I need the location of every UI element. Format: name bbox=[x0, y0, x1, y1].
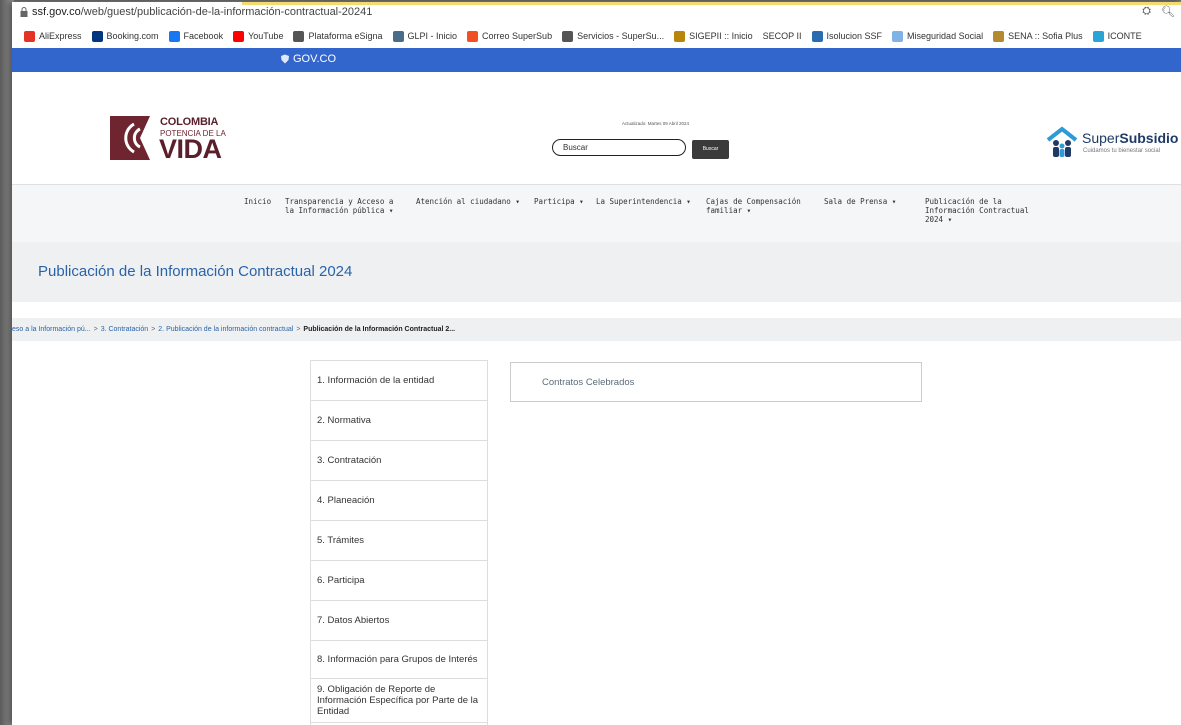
bookmark-label: AliExpress bbox=[39, 31, 82, 41]
bookmark-label: Correo SuperSub bbox=[482, 31, 553, 41]
bookmark-label: Plataforma eSigna bbox=[308, 31, 383, 41]
bookmark-item[interactable]: Correo SuperSub bbox=[467, 30, 553, 42]
bookmark-item[interactable]: GLPI - Inicio bbox=[392, 30, 458, 42]
nav-cajas[interactable]: Cajas de Compensación familiar ▾ bbox=[706, 197, 816, 215]
search-button[interactable]: Buscar bbox=[692, 140, 729, 159]
browser-window: ssf.gov.co/web/guest/publicación-de-la-i… bbox=[12, 2, 1181, 725]
contratos-celebrados-card[interactable]: Contratos Celebrados bbox=[510, 362, 922, 402]
address-bar[interactable]: ssf.gov.co/web/guest/publicación-de-la-i… bbox=[12, 2, 1181, 25]
bookmark-item[interactable]: Booking.com bbox=[91, 30, 159, 42]
nav-inicio[interactable]: Inicio bbox=[244, 197, 274, 206]
bookmark-item[interactable]: AliExpress bbox=[24, 30, 82, 42]
isolucion-icon bbox=[811, 30, 823, 42]
bookmarks-bar: AliExpress Booking.com Facebook YouTube Plat… bbox=[12, 24, 1181, 49]
aliexpress-icon bbox=[24, 30, 35, 42]
bookmark-label: YouTube bbox=[248, 31, 284, 41]
gov-bar: GOV.CO bbox=[12, 48, 1181, 72]
side-menu-item[interactable]: 3. Contratación bbox=[310, 440, 488, 480]
search-input[interactable]: Buscar bbox=[552, 139, 686, 156]
side-menu-item[interactable]: 5. Trámites bbox=[310, 520, 488, 560]
glpi-icon bbox=[392, 30, 404, 42]
nav-publicacion[interactable]: Publicación de la Información Contractua… bbox=[925, 197, 1043, 224]
main-nav: Inicio Transparencia y Acceso a la Infor… bbox=[12, 184, 1181, 243]
globe-icon bbox=[562, 30, 574, 42]
gov-shield-icon bbox=[281, 54, 289, 64]
nav-transparencia[interactable]: Transparencia y Acceso a la Información … bbox=[285, 197, 401, 215]
supersubsidio-icon bbox=[1046, 126, 1078, 157]
bookmark-label: ICONTE bbox=[1107, 31, 1142, 41]
bookmark-item[interactable]: YouTube bbox=[233, 30, 284, 42]
bookmark-label: Servicios - SuperSu... bbox=[577, 31, 665, 41]
side-menu: 1. Información de la entidad 2. Normativ… bbox=[310, 360, 488, 725]
globe-icon bbox=[293, 30, 305, 42]
breadcrumb-item[interactable]: 3. Contratación bbox=[101, 326, 148, 333]
colombia-mark-icon bbox=[110, 116, 150, 160]
site-header: COLOMBIA POTENCIA DE LA VIDA Actualizado… bbox=[12, 72, 1181, 184]
side-menu-item[interactable]: 6. Participa bbox=[310, 560, 488, 600]
breadcrumb-item[interactable]: 2. Publicación de la información contrac… bbox=[158, 326, 293, 333]
supersubsidio-logo[interactable]: SuperSubsidio Cuidamos tu bienestar soci… bbox=[1046, 126, 1181, 162]
bookmark-item[interactable]: ICONTE bbox=[1092, 30, 1142, 42]
bookmark-item[interactable]: Plataforma eSigna bbox=[293, 30, 383, 42]
bookmark-item[interactable]: SENA :: Sofia Plus bbox=[993, 30, 1083, 42]
nav-prensa[interactable]: Sala de Prensa ▾ bbox=[824, 197, 914, 206]
breadcrumb-current: Publicación de la Información Contractua… bbox=[303, 326, 456, 333]
colombia-logo[interactable]: COLOMBIA POTENCIA DE LA VIDA bbox=[110, 116, 228, 164]
facebook-icon bbox=[168, 30, 180, 42]
bookmark-item[interactable]: Servicios - SuperSu... bbox=[562, 30, 665, 42]
bookmark-label: SIGEPII :: Inicio bbox=[689, 31, 753, 41]
translate-icon[interactable]: ⛭ bbox=[1142, 5, 1151, 18]
bookmark-label: SENA :: Sofia Plus bbox=[1008, 31, 1083, 41]
title-band: Publicación de la Información Contractua… bbox=[12, 242, 1181, 302]
gov-logo[interactable]: GOV.CO bbox=[280, 53, 336, 65]
side-menu-item[interactable]: 2. Normativa bbox=[310, 400, 488, 440]
zoom-icon[interactable]: 🔍︎ bbox=[1161, 5, 1175, 18]
bookmark-label: SECOP II bbox=[762, 31, 802, 41]
breadcrumb: eso a la Información pú... >3. Contrataci… bbox=[12, 318, 1181, 341]
side-menu-item[interactable]: 4. Planeación bbox=[310, 480, 488, 520]
brand-line3: VIDA bbox=[159, 134, 222, 164]
bookmark-item[interactable]: Isolucion SSF bbox=[811, 30, 883, 42]
page-title: Publicación de la Información Contractua… bbox=[38, 263, 353, 280]
bookmark-item[interactable]: Facebook bbox=[168, 30, 224, 42]
bookmark-label: Booking.com bbox=[106, 31, 159, 41]
url-text[interactable]: ssf.gov.co/web/guest/publicación-de-la-i… bbox=[32, 6, 372, 18]
logo-tagline: Cuidamos tu bienestar social bbox=[1083, 148, 1161, 154]
updated-date: Actualizado: Martes 09 Abril 2024 bbox=[622, 121, 690, 126]
side-menu-item[interactable]: 8. Información para Grupos de Interés bbox=[310, 640, 488, 678]
side-menu-item[interactable]: 9. Obligación de Reporte de Información … bbox=[310, 678, 488, 722]
nav-atencion[interactable]: Atención al ciudadano ▾ bbox=[416, 197, 536, 206]
bookmark-label: Facebook bbox=[183, 31, 224, 41]
bookmark-label: GLPI - Inicio bbox=[407, 31, 458, 41]
brand-line1: COLOMBIA bbox=[160, 116, 219, 128]
microsoft-icon bbox=[467, 30, 479, 42]
iconte-icon bbox=[1092, 30, 1104, 42]
sigep-icon bbox=[674, 30, 686, 42]
breadcrumb-item[interactable]: eso a la Información pú... bbox=[12, 326, 91, 333]
bookmark-item[interactable]: SIGEPII :: Inicio bbox=[674, 30, 753, 42]
bookmark-label: Miseguridad Social bbox=[907, 31, 984, 41]
youtube-icon bbox=[233, 30, 245, 42]
booking-icon bbox=[91, 30, 103, 42]
lock-icon bbox=[20, 7, 28, 17]
bookmark-item[interactable]: SECOP II bbox=[763, 31, 802, 41]
bookmark-item[interactable]: Miseguridad Social bbox=[892, 30, 984, 42]
nav-superintendencia[interactable]: La Superintendencia ▾ bbox=[596, 197, 706, 206]
sena-icon bbox=[993, 30, 1005, 42]
side-menu-item[interactable]: 7. Datos Abiertos bbox=[310, 600, 488, 640]
document-icon bbox=[892, 30, 904, 42]
side-menu-item[interactable]: 1. Información de la entidad bbox=[310, 360, 488, 400]
nav-participa[interactable]: Participa ▾ bbox=[534, 197, 594, 206]
bookmark-label: Isolucion SSF bbox=[826, 31, 883, 41]
